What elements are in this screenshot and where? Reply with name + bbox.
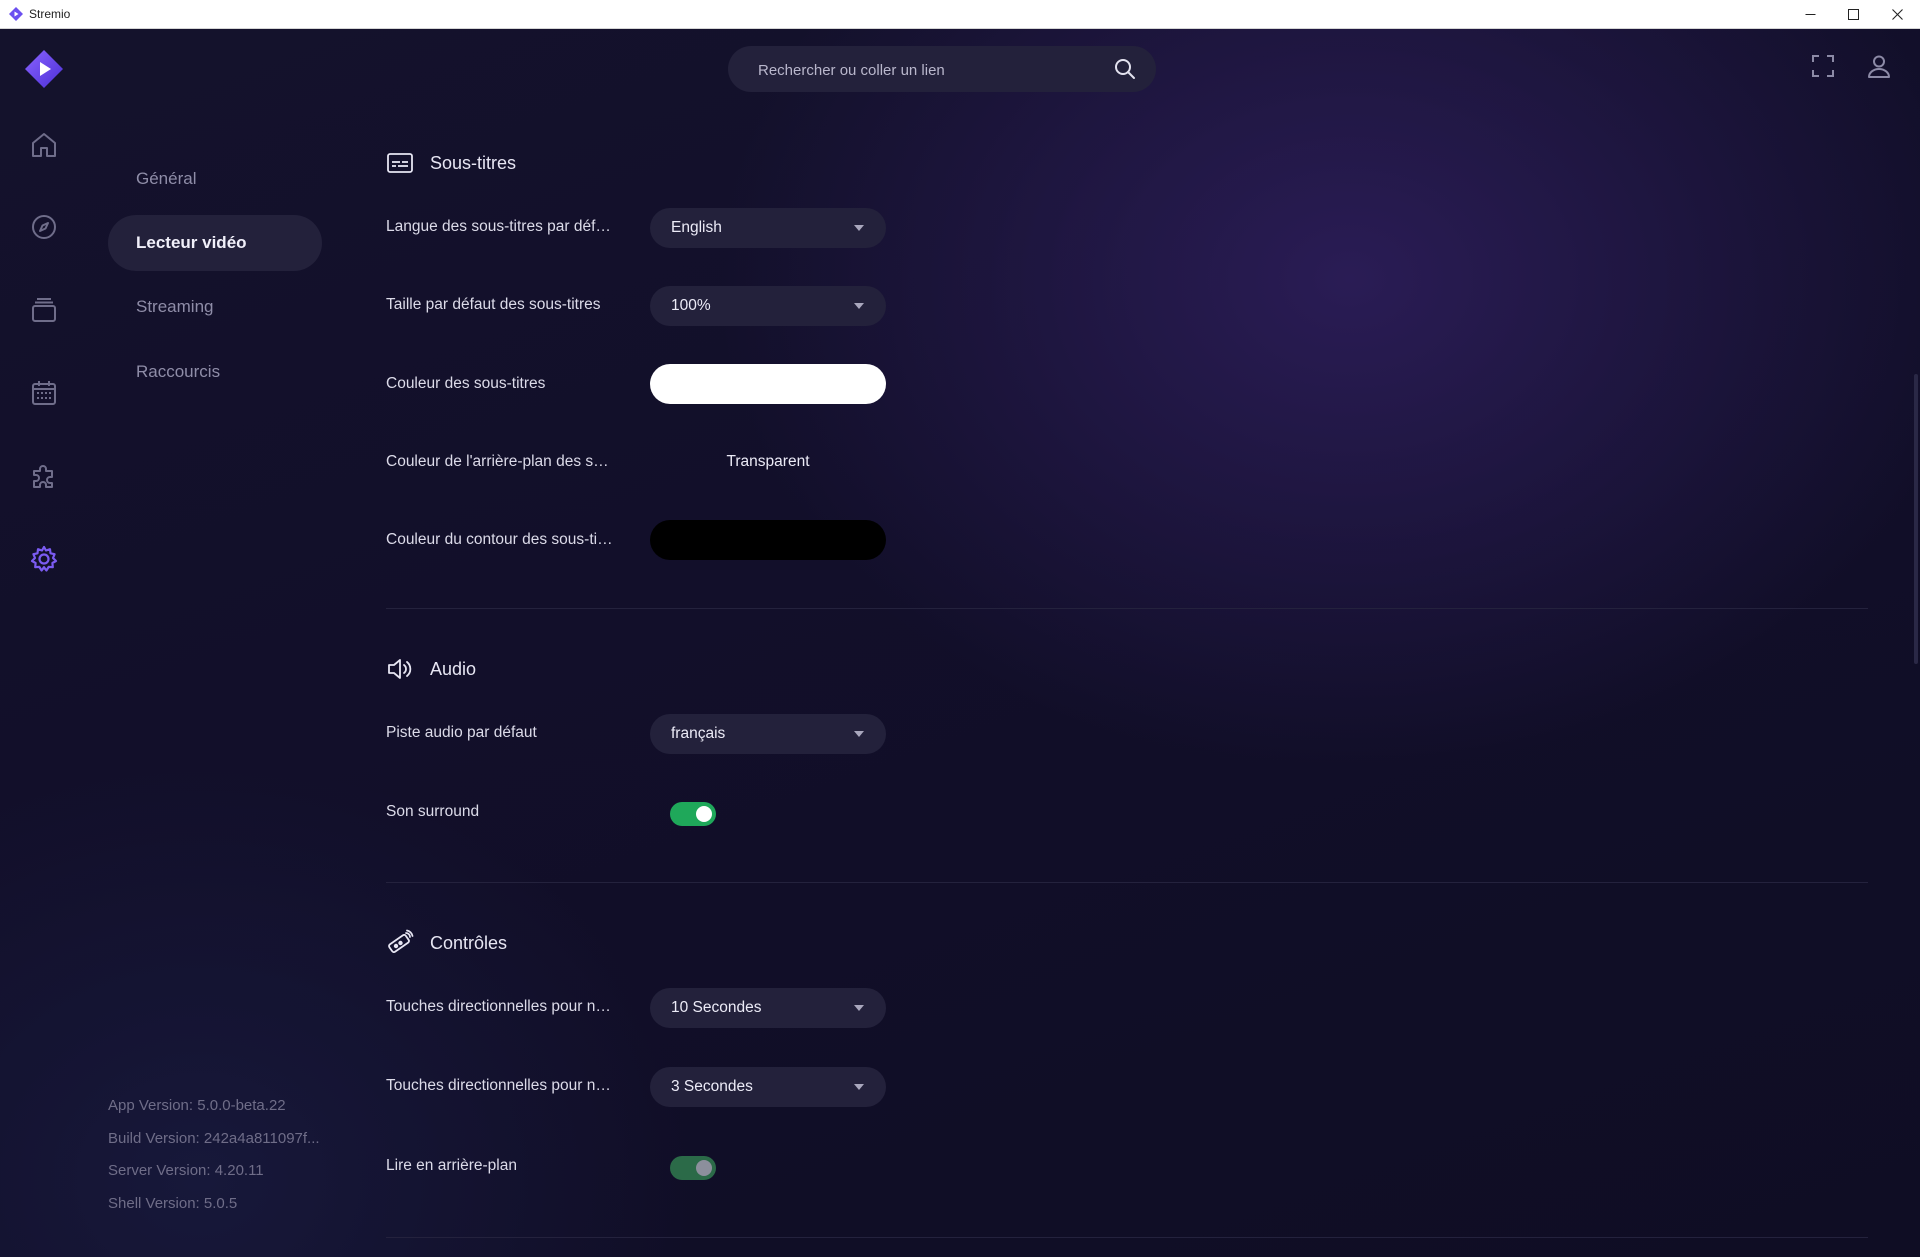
settings-nav-label: Raccourcis: [136, 362, 221, 381]
content-scrollbar[interactable]: [1912, 29, 1920, 1257]
section-title-label: Sous-titres: [430, 152, 517, 173]
library-icon: [32, 298, 56, 322]
app-window: Général Lecteur vidéo Streaming Raccourc…: [0, 29, 1920, 1257]
select-value: 3 Secondes: [671, 1078, 753, 1095]
search-input[interactable]: [756, 46, 1100, 94]
section-title-label: Audio: [430, 658, 477, 679]
play-in-background-toggle[interactable]: [670, 1156, 716, 1180]
window-titlebar: Stremio: [0, 0, 1920, 29]
section-divider: [386, 882, 1868, 883]
seek-keys-shift-label: Touches directionnelles pour naviguer (S…: [386, 1077, 616, 1094]
select-value: 100%: [671, 297, 711, 314]
subtitle-color-picker[interactable]: [650, 364, 886, 404]
subtitle-outline-color-picker[interactable]: [650, 520, 886, 560]
audio-track-label: Piste audio par défaut: [386, 724, 537, 741]
minimize-icon: [1805, 14, 1815, 15]
nav-library[interactable]: [26, 292, 62, 328]
nav-addons[interactable]: [26, 458, 62, 494]
surround-sound-label: Son surround: [386, 803, 480, 820]
chevron-down-icon: [854, 225, 864, 231]
nav-calendar[interactable]: [26, 375, 62, 411]
window-title: Stremio: [29, 7, 71, 21]
chevron-down-icon: [854, 303, 864, 309]
seek-keys-shift-select[interactable]: 3 Secondes: [650, 1067, 886, 1107]
close-button[interactable]: [1874, 0, 1920, 29]
chevron-down-icon: [854, 1084, 864, 1090]
settings-nav-label: Streaming: [136, 297, 214, 316]
section-divider: [386, 608, 1868, 609]
close-icon: [1891, 9, 1903, 20]
select-value: English: [671, 219, 722, 236]
addons-icon: [33, 465, 53, 488]
chevron-down-icon: [854, 731, 864, 737]
controls-section-title: Contrôles: [386, 929, 507, 957]
subtitle-color-label: Couleur des sous-titres: [386, 375, 546, 392]
subtitle-size-select[interactable]: 100%: [650, 286, 886, 326]
build-version: Build Version: 242a4a811097f...: [108, 1129, 320, 1147]
calendar-icon: [32, 381, 56, 405]
toggle-knob: [696, 1160, 712, 1176]
search-icon[interactable]: [1114, 58, 1136, 80]
surround-sound-toggle[interactable]: [670, 802, 716, 826]
search-bar[interactable]: [728, 46, 1156, 94]
subtitle-language-label: Langue des sous-titres par défaut: [386, 218, 616, 235]
select-value: 10 Secondes: [671, 999, 762, 1016]
subtitles-icon: [386, 149, 414, 177]
settings-nav-general[interactable]: Général: [108, 151, 322, 207]
chevron-down-icon: [854, 1005, 864, 1011]
subtitle-language-select[interactable]: English: [650, 208, 886, 248]
toggle-knob: [696, 806, 712, 822]
fullscreen-icon[interactable]: [1810, 53, 1836, 79]
play-in-background-label: Lire en arrière-plan: [386, 1157, 517, 1174]
discover-icon: [32, 215, 56, 239]
settings-nav-video-player[interactable]: Lecteur vidéo: [108, 215, 322, 271]
maximize-button[interactable]: [1830, 0, 1876, 29]
scrollbar-thumb[interactable]: [1914, 374, 1918, 664]
maximize-icon: [1847, 9, 1859, 20]
audio-track-select[interactable]: français: [650, 714, 886, 754]
nav-settings[interactable]: [26, 541, 62, 577]
section-title-label: Contrôles: [430, 932, 508, 953]
seek-keys-label: Touches directionnelles pour naviguer: [386, 998, 616, 1015]
stremio-logo[interactable]: [24, 49, 64, 89]
home-icon: [32, 133, 56, 157]
settings-nav-shortcuts[interactable]: Raccourcis: [108, 344, 322, 400]
app-version: App Version: 5.0.0-beta.22: [108, 1097, 286, 1114]
shell-version: Shell Version: 5.0.5: [108, 1194, 238, 1212]
server-version: Server Version: 4.20.11: [108, 1162, 264, 1179]
select-value: français: [671, 725, 726, 742]
settings-nav-streaming[interactable]: Streaming: [108, 279, 322, 335]
subtitle-outline-color-label: Couleur du contour des sous-titres: [386, 531, 616, 548]
settings-nav-label: Général: [136, 169, 197, 188]
section-divider: [386, 1237, 1868, 1238]
remote-control-icon: [386, 929, 414, 957]
subtitle-bg-color-picker[interactable]: Transparent: [650, 453, 886, 471]
audio-section-title: Audio: [386, 655, 476, 683]
settings-nav-label: Lecteur vidéo: [136, 233, 247, 252]
user-icon[interactable]: [1866, 53, 1892, 79]
version-info: App Version: 5.0.0-beta.22 Build Version…: [108, 1090, 320, 1220]
speaker-icon: [386, 655, 414, 683]
minimize-button[interactable]: [1787, 0, 1833, 29]
main-nav-rail: [0, 29, 88, 1257]
stremio-app-icon: [9, 7, 23, 21]
nav-discover[interactable]: [26, 209, 62, 245]
subtitle-size-label: Taille par défaut des sous-titres: [386, 296, 601, 313]
seek-keys-select[interactable]: 10 Secondes: [650, 988, 886, 1028]
subtitles-section-title: Sous-titres: [386, 149, 516, 177]
subtitle-bg-color-label: Couleur de l'arrière-plan des sous-titre…: [386, 453, 616, 470]
nav-home[interactable]: [26, 127, 62, 163]
settings-icon: [30, 545, 58, 572]
